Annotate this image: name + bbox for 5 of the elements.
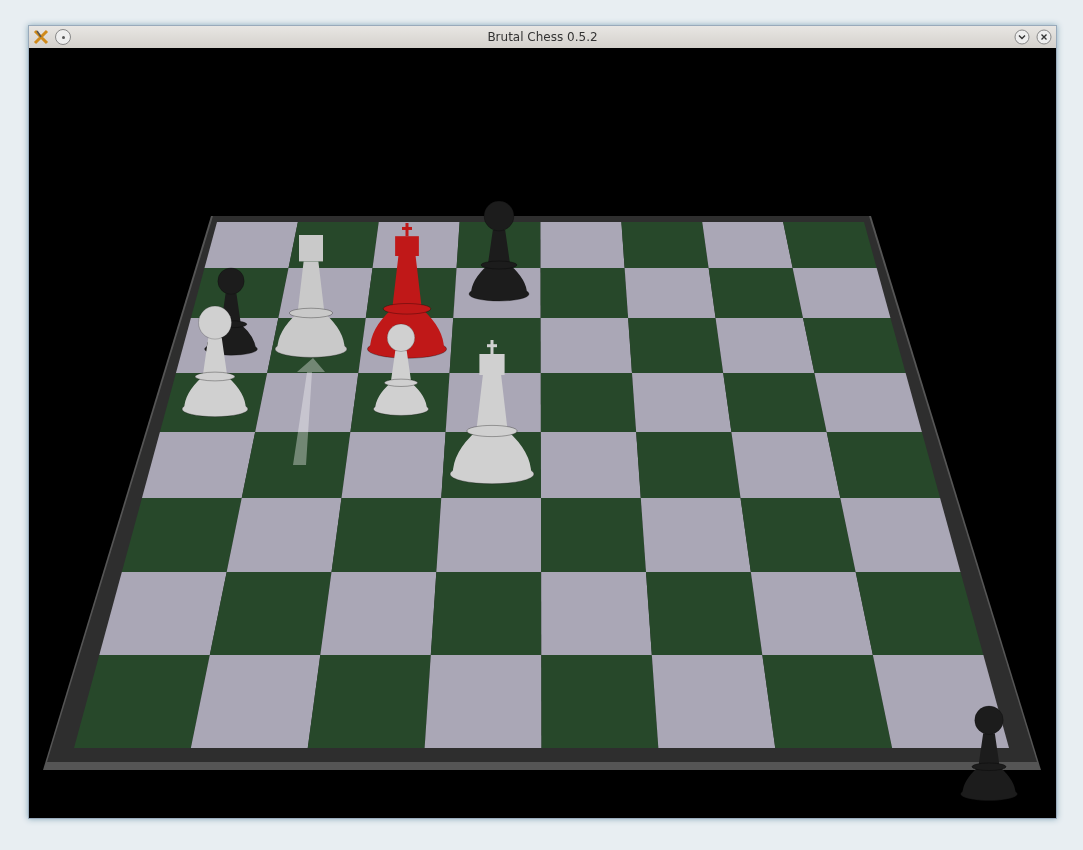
window-title: Brutal Chess 0.5.2: [487, 30, 598, 44]
window-menu-button[interactable]: [55, 29, 71, 45]
app-icon: [33, 29, 49, 45]
minimize-icon[interactable]: [1014, 29, 1030, 45]
close-icon[interactable]: [1036, 29, 1052, 45]
